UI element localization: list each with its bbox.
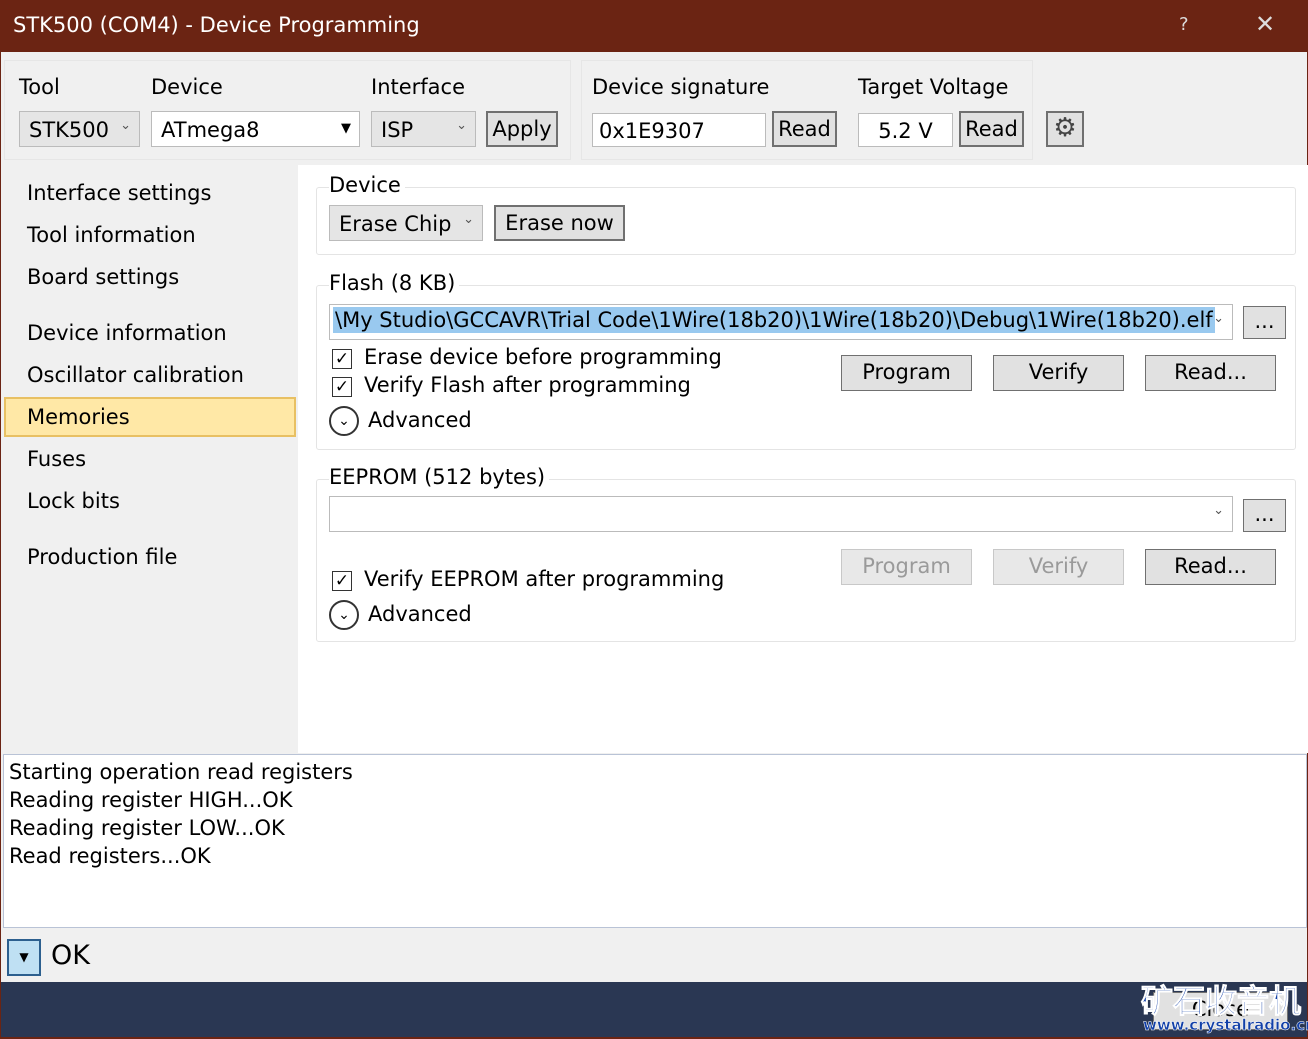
erase-now-button[interactable]: Erase now	[494, 205, 625, 241]
verify-eeprom-checkbox[interactable]: ✓	[332, 571, 352, 591]
chevron-down-icon: ⌄	[463, 212, 474, 227]
tool-select[interactable]: STK500 ⌄	[19, 111, 140, 147]
voltage-field[interactable]: 5.2 V	[858, 113, 953, 147]
verify-flash-label: Verify Flash after programming	[364, 373, 691, 397]
signature-label: Device signature	[592, 75, 770, 99]
sidebar-item-lock-bits[interactable]: Lock bits	[4, 481, 296, 521]
eeprom-advanced-label[interactable]: Advanced	[368, 602, 472, 626]
interface-select[interactable]: ISP ⌄	[371, 111, 476, 147]
interface-value: ISP	[381, 118, 414, 142]
watermark-url: www.crystalradio.cn	[1143, 1016, 1308, 1035]
window-title: STK500 (COM4) - Device Programming	[13, 13, 420, 37]
eeprom-read-button[interactable]: Read...	[1145, 549, 1276, 585]
log-line: Reading register LOW...OK	[9, 816, 285, 840]
sidebar-item-memories[interactable]: Memories	[4, 397, 296, 437]
interface-label: Interface	[371, 75, 466, 99]
device-group-title: Device	[329, 173, 405, 197]
caret-down-icon: ▼	[19, 950, 29, 964]
voltage-label: Target Voltage	[858, 75, 1009, 99]
toggle-log-button[interactable]: ▼	[7, 939, 41, 976]
expand-chevron-icon[interactable]: ⌄	[329, 600, 359, 630]
device-select[interactable]: ATmega8 ▼	[151, 111, 360, 147]
eeprom-verify-button[interactable]: Verify	[993, 549, 1124, 585]
chevron-down-icon: ⌄	[1213, 311, 1224, 326]
sidebar-item-fuses[interactable]: Fuses	[4, 439, 296, 479]
settings-button[interactable]: ⚙	[1046, 111, 1084, 147]
erase-mode-value: Erase Chip	[339, 212, 452, 236]
eeprom-browse-button[interactable]: ...	[1243, 499, 1286, 532]
gear-icon: ⚙	[1053, 113, 1077, 143]
device-label: Device	[151, 75, 223, 99]
sidebar: Interface settings Tool information Boar…	[4, 170, 298, 750]
read-signature-button[interactable]: Read	[772, 111, 837, 147]
flash-file-select[interactable]: \My Studio\GCCAVR\Trial Code\1Wire(18b20…	[329, 304, 1233, 340]
footer: Close 矿石收音机 www.crystalradio.cn	[1, 982, 1308, 1037]
log-line: Read registers...OK	[9, 844, 211, 868]
eeprom-program-button[interactable]: Program	[841, 549, 972, 585]
chevron-down-icon: ⌄	[120, 118, 131, 133]
erase-mode-select[interactable]: Erase Chip ⌄	[329, 205, 483, 241]
status-text: OK	[51, 940, 90, 971]
expand-chevron-icon[interactable]: ⌄	[329, 406, 359, 436]
eeprom-file-select[interactable]: ⌄	[329, 496, 1233, 532]
flash-verify-button[interactable]: Verify	[993, 355, 1124, 391]
erase-before-checkbox[interactable]: ✓	[332, 349, 352, 369]
read-voltage-button[interactable]: Read	[959, 111, 1024, 147]
dropdown-arrow-icon: ▼	[341, 121, 351, 136]
flash-program-button[interactable]: Program	[841, 355, 972, 391]
tool-label: Tool	[19, 75, 60, 99]
flash-file-value: \My Studio\GCCAVR\Trial Code\1Wire(18b20…	[333, 307, 1215, 333]
erase-before-label: Erase device before programming	[364, 345, 722, 369]
sidebar-item-interface-settings[interactable]: Interface settings	[4, 173, 296, 213]
sidebar-item-board-settings[interactable]: Board settings	[4, 257, 296, 297]
sidebar-item-tool-information[interactable]: Tool information	[4, 215, 296, 255]
log-line: Starting operation read registers	[9, 760, 353, 784]
apply-button[interactable]: Apply	[486, 111, 558, 147]
tool-value: STK500	[29, 118, 110, 142]
close-window-button[interactable]: ✕	[1255, 10, 1275, 38]
sidebar-item-production-file[interactable]: Production file	[4, 537, 296, 577]
log-line: Reading register HIGH...OK	[9, 788, 293, 812]
verify-flash-checkbox[interactable]: ✓	[332, 377, 352, 397]
device-value: ATmega8	[161, 118, 260, 142]
sidebar-item-oscillator-calibration[interactable]: Oscillator calibration	[4, 355, 296, 395]
output-log[interactable]: Starting operation read registers Readin…	[3, 754, 1307, 928]
status-bar: ▼ OK	[1, 930, 1307, 982]
memories-panel: Device Erase Chip ⌄ Erase now Flash (8 KB…	[298, 165, 1308, 753]
flash-group-title: Flash (8 KB)	[329, 271, 460, 295]
flash-browse-button[interactable]: ...	[1243, 306, 1286, 339]
signature-field[interactable]: 0x1E9307	[592, 113, 766, 147]
sidebar-item-device-information[interactable]: Device information	[4, 313, 296, 353]
flash-advanced-label[interactable]: Advanced	[368, 408, 472, 432]
device-programming-window: STK500 (COM4) - Device Programming ? ✕ T…	[1, 0, 1308, 1037]
eeprom-group-title: EEPROM (512 bytes)	[329, 465, 550, 489]
verify-eeprom-label: Verify EEPROM after programming	[364, 567, 725, 591]
chevron-down-icon: ⌄	[456, 118, 467, 133]
title-bar: STK500 (COM4) - Device Programming ? ✕	[1, 0, 1307, 52]
help-button[interactable]: ?	[1179, 14, 1189, 35]
flash-read-button[interactable]: Read...	[1145, 355, 1276, 391]
chevron-down-icon: ⌄	[1213, 503, 1224, 518]
